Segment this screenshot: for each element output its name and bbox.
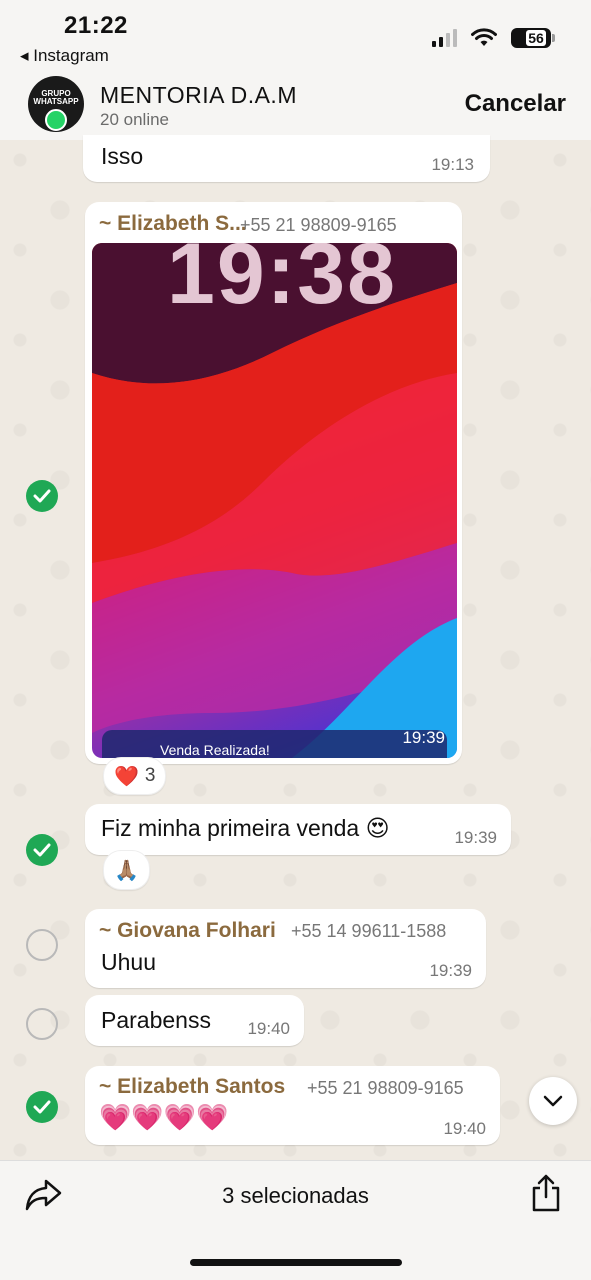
select-checkbox[interactable] bbox=[26, 929, 58, 961]
message-time: 19:40 bbox=[247, 1019, 290, 1038]
share-button[interactable] bbox=[531, 1173, 561, 1218]
message-time: 19:40 bbox=[443, 1119, 486, 1138]
status-icons: 56 bbox=[432, 28, 555, 48]
reaction-emoji: 🙏🏽 bbox=[114, 859, 139, 882]
sender-name: ~ Elizabeth S... bbox=[99, 212, 247, 235]
group-avatar[interactable]: GRUPO WHATSAPP bbox=[28, 76, 84, 132]
check-icon bbox=[33, 489, 51, 503]
message-image[interactable]: 19:38 Venda Realizada! 19:39 bbox=[92, 243, 457, 758]
reaction-emoji: ❤️ bbox=[114, 765, 139, 788]
lockscreen-clock: 19:38 bbox=[167, 243, 397, 322]
message-text: Parabenss bbox=[101, 1007, 211, 1033]
battery-level: 56 bbox=[526, 30, 546, 46]
select-checkbox[interactable] bbox=[26, 1008, 58, 1040]
message-time: 19:39 bbox=[454, 828, 497, 847]
sender-phone: +55 14 99611-1588 bbox=[291, 921, 447, 941]
selected-count: 3 selecionadas bbox=[222, 1183, 369, 1208]
scroll-to-bottom-button[interactable] bbox=[529, 1077, 577, 1125]
image-time: 19:39 bbox=[402, 728, 445, 747]
lockscreen-notification bbox=[102, 730, 447, 758]
message-bubble[interactable]: Fiz minha primeira venda 😍 19:39 bbox=[85, 804, 511, 855]
sender-phone: +55 21 98809-9165 bbox=[240, 215, 397, 235]
message-text: Isso bbox=[101, 143, 144, 169]
back-to-app-link[interactable]: ◂ Instagram bbox=[20, 46, 109, 66]
group-online-count: 20 online bbox=[100, 110, 170, 129]
home-indicator bbox=[190, 1259, 402, 1266]
sender-name: ~ Elizabeth Santos bbox=[99, 1075, 286, 1098]
reaction-badge[interactable]: 🙏🏽 bbox=[103, 850, 150, 890]
avatar-text: GRUPO WHATSAPP bbox=[33, 89, 79, 106]
cancel-button[interactable]: Cancelar bbox=[465, 90, 566, 118]
group-name[interactable]: MENTORIA D.A.M bbox=[100, 82, 297, 109]
sender-phone: +55 21 98809-9165 bbox=[307, 1078, 464, 1098]
message-time: 19:13 bbox=[431, 155, 474, 174]
chevron-down-icon bbox=[543, 1095, 563, 1107]
message-bubble[interactable]: Parabenss 19:40 bbox=[85, 995, 304, 1046]
select-checkbox[interactable] bbox=[26, 1091, 58, 1123]
check-icon bbox=[33, 1100, 51, 1114]
status-bar: 21:22 ◂ Instagram 56 bbox=[0, 0, 591, 70]
sender-name: ~ Giovana Folhari bbox=[99, 919, 276, 942]
battery-icon: 56 bbox=[511, 28, 555, 48]
check-icon bbox=[33, 843, 51, 857]
message-bubble[interactable]: Isso 19:13 bbox=[83, 135, 490, 182]
signal-icon bbox=[432, 29, 457, 47]
message-text: Fiz minha primeira venda 😍 bbox=[101, 815, 390, 841]
status-time: 21:22 bbox=[64, 12, 128, 39]
notification-text: Venda Realizada! bbox=[160, 742, 270, 758]
message-bubble[interactable]: ~ Elizabeth Santos +55 21 98809-9165 💗💗💗… bbox=[85, 1066, 500, 1145]
share-icon bbox=[532, 1174, 560, 1212]
whatsapp-logo-icon bbox=[45, 109, 67, 131]
wifi-icon bbox=[471, 28, 497, 46]
message-text: 💗💗💗💗 bbox=[99, 1102, 229, 1132]
message-text: Uhuu bbox=[101, 949, 156, 975]
message-time: 19:39 bbox=[429, 961, 472, 980]
select-checkbox[interactable] bbox=[26, 480, 58, 512]
selection-toolbar: 3 selecionadas bbox=[0, 1160, 591, 1280]
reaction-count: 3 bbox=[144, 765, 156, 786]
message-bubble[interactable]: ~ Giovana Folhari +55 14 99611-1588 Uhuu… bbox=[85, 909, 486, 988]
reaction-badge[interactable]: ❤️ 3 bbox=[103, 757, 167, 795]
chat-header: GRUPO WHATSAPP MENTORIA D.A.M 20 online … bbox=[0, 70, 591, 140]
select-checkbox[interactable] bbox=[26, 834, 58, 866]
